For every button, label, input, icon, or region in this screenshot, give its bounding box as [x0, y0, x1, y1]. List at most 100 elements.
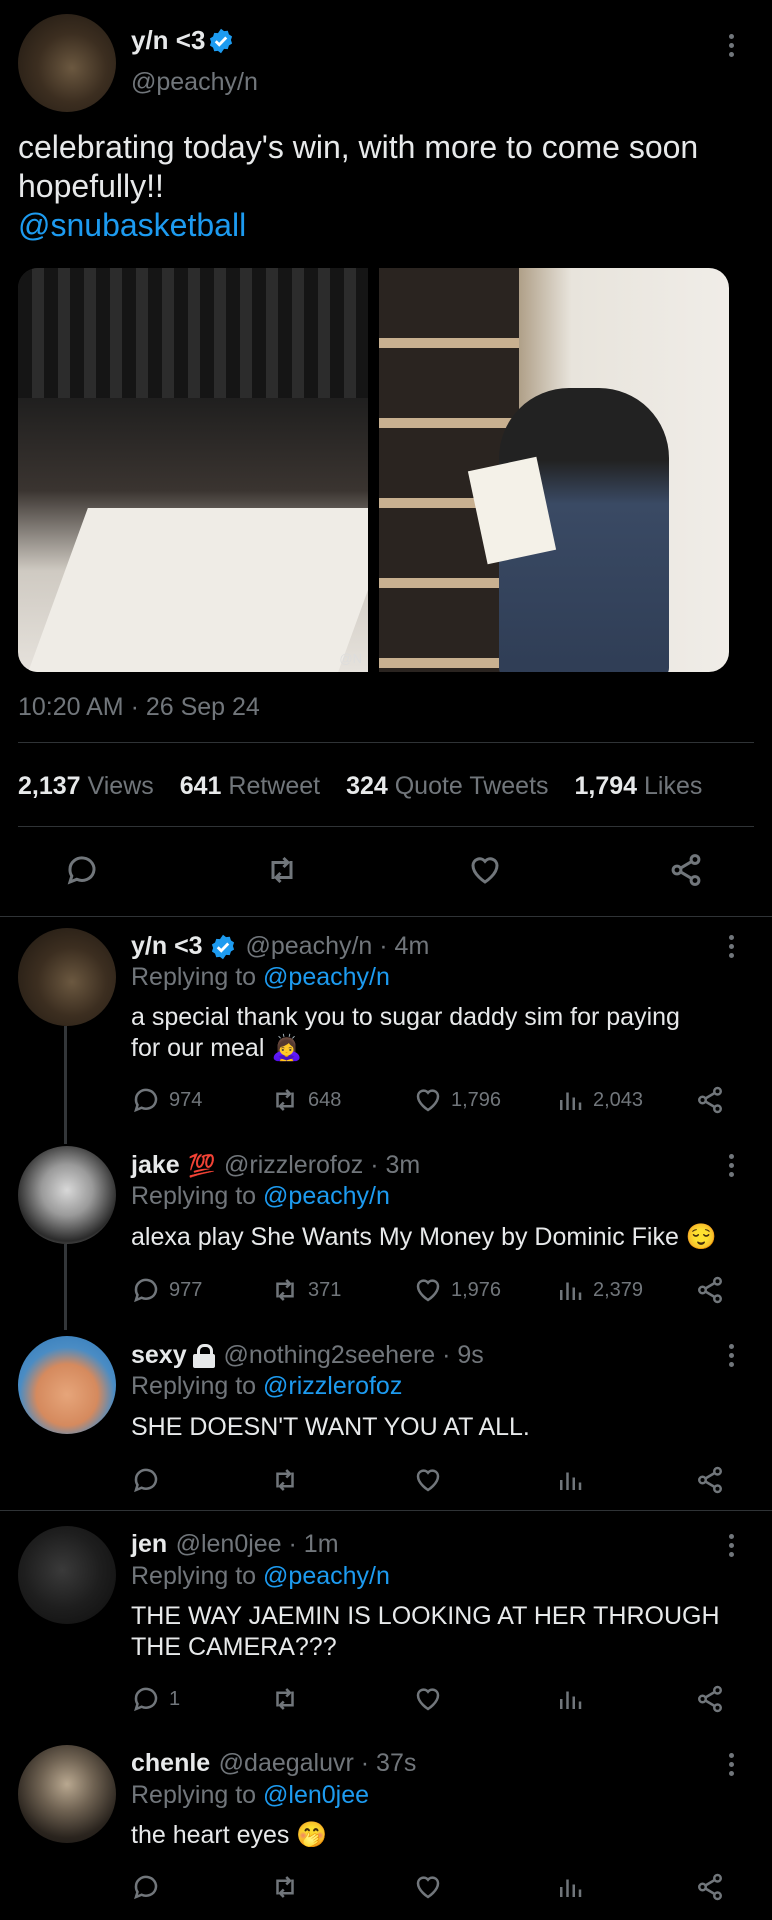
emoji-badge: 💯	[188, 1153, 216, 1178]
thread-line	[64, 1026, 67, 1144]
more-options-icon[interactable]	[729, 1154, 735, 1181]
replying-to-link[interactable]: @rizzlerofoz	[263, 1372, 402, 1400]
reply-text-line: THE CAMERA???	[131, 1633, 337, 1661]
tweet-text-line-2: hopefully!!	[18, 168, 164, 204]
share-icon[interactable]	[695, 1872, 725, 1902]
reply-button[interactable]: 974	[131, 1085, 202, 1115]
more-options-icon[interactable]	[729, 1344, 735, 1371]
more-options-icon[interactable]	[729, 935, 735, 962]
reply-author-name[interactable]: jake	[131, 1151, 180, 1179]
author-handle[interactable]: @peachy/n	[131, 68, 258, 97]
reply-header: chenle @daegaluvr · 37s	[131, 1749, 416, 1778]
reply-handle-time[interactable]: @peachy/n · 4m	[245, 932, 429, 960]
heart-icon	[413, 1275, 443, 1305]
reply-text: THE WAY JAEMIN IS LOOKING AT HER THROUGH…	[131, 1601, 761, 1663]
heart-icon	[413, 1085, 443, 1115]
reply-avatar[interactable]	[18, 1526, 116, 1624]
replying-to-link[interactable]: @peachy/n	[263, 1182, 390, 1210]
share-icon[interactable]	[695, 1684, 725, 1714]
views-icon[interactable]	[555, 1465, 585, 1495]
reply-author-name[interactable]: chenle	[131, 1749, 210, 1777]
replying-to: Replying to @len0jee	[131, 1781, 370, 1809]
retweet-icon	[270, 1275, 300, 1305]
comment-icon	[131, 1275, 161, 1305]
reply-author-name[interactable]: jen	[131, 1530, 167, 1558]
author-name[interactable]: y/n <3	[131, 25, 205, 56]
retweet-icon[interactable]	[270, 1872, 300, 1902]
comment-icon[interactable]	[64, 852, 100, 888]
verified-badge-icon	[207, 27, 235, 55]
reply-header: jake 💯 @rizzlerofoz · 3m	[131, 1151, 420, 1180]
likes-stat[interactable]: 1,794 Likes	[574, 772, 702, 800]
author-avatar[interactable]	[18, 14, 116, 112]
emoji: 🤭	[296, 1821, 328, 1849]
retweet-stat[interactable]: 641 Retweet	[180, 772, 320, 800]
reply-avatar[interactable]	[18, 1146, 116, 1244]
heart-icon[interactable]	[413, 1465, 443, 1495]
views-icon	[555, 1275, 585, 1305]
retweet-button[interactable]: 648	[270, 1085, 341, 1115]
reply-text: SHE DOESN'T WANT YOU AT ALL.	[131, 1413, 530, 1441]
tweet-stats: 2,137 Views 641 Retweet 324 Quote Tweets…	[18, 772, 702, 801]
emoji: 😌	[685, 1223, 717, 1251]
views-icon[interactable]	[555, 1684, 585, 1714]
divider	[0, 1510, 772, 1511]
replying-to-link[interactable]: @peachy/n	[263, 963, 390, 991]
reply-avatar[interactable]	[18, 1336, 116, 1434]
share-icon[interactable]	[695, 1275, 725, 1305]
photo-1[interactable]: @N	[18, 268, 368, 672]
views-icon[interactable]	[555, 1872, 585, 1902]
replying-to-link[interactable]: @len0jee	[263, 1781, 369, 1809]
reply-handle-time[interactable]: @rizzlerofoz · 3m	[224, 1151, 420, 1179]
reply-text-line: for our meal 🙇‍♀️	[131, 1034, 303, 1062]
share-icon[interactable]	[668, 852, 704, 888]
comment-icon[interactable]	[131, 1872, 161, 1902]
photo-1-curtain	[18, 268, 368, 398]
reply-handle-time[interactable]: @len0jee · 1m	[176, 1530, 339, 1558]
photo-2[interactable]	[379, 268, 729, 672]
like-button[interactable]: 1,976	[413, 1275, 501, 1305]
divider	[18, 742, 754, 743]
reply-avatar[interactable]	[18, 1745, 116, 1843]
views-button[interactable]: 2,043	[555, 1085, 643, 1115]
retweet-icon[interactable]	[270, 1684, 300, 1714]
reply-author-name[interactable]: y/n <3	[131, 932, 203, 960]
heart-icon[interactable]	[413, 1872, 443, 1902]
retweet-icon[interactable]	[270, 1465, 300, 1495]
views-button[interactable]: 2,379	[555, 1275, 643, 1305]
divider	[0, 916, 772, 917]
retweet-button[interactable]: 371	[270, 1275, 341, 1305]
mention-link[interactable]: @snubasketball	[18, 206, 763, 245]
replying-to: Replying to @peachy/n	[131, 1182, 390, 1210]
heart-icon[interactable]	[413, 1684, 443, 1714]
reply-button[interactable]: 977	[131, 1275, 202, 1305]
comment-icon	[131, 1085, 161, 1115]
reply-button[interactable]: 1	[131, 1684, 180, 1714]
replying-to-link[interactable]: @peachy/n	[263, 1562, 390, 1590]
heart-icon[interactable]	[467, 852, 503, 888]
divider	[18, 826, 754, 827]
reply-text-line: THE WAY JAEMIN IS LOOKING AT HER THROUGH	[131, 1602, 720, 1630]
more-options-icon[interactable]	[729, 1534, 735, 1561]
reply-text: alexa play She Wants My Money by Dominic…	[131, 1223, 717, 1251]
tweet-text-line-1: celebrating today's win, with more to co…	[18, 129, 699, 165]
like-button[interactable]: 1,796	[413, 1085, 501, 1115]
tweet-text: celebrating today's win, with more to co…	[18, 128, 763, 245]
more-options-icon[interactable]	[729, 1753, 735, 1780]
share-icon[interactable]	[695, 1085, 725, 1115]
emoji: 🙇‍♀️	[271, 1034, 303, 1062]
reply-avatar[interactable]	[18, 928, 116, 1026]
views-stat[interactable]: 2,137 Views	[18, 772, 154, 800]
retweet-icon[interactable]	[264, 852, 300, 888]
replying-to: Replying to @peachy/n	[131, 1562, 390, 1590]
comment-icon[interactable]	[131, 1465, 161, 1495]
reply-handle-time[interactable]: @nothing2seehere · 9s	[224, 1341, 484, 1369]
quote-stat[interactable]: 324 Quote Tweets	[346, 772, 548, 800]
photo-1-watermark: @N	[339, 651, 362, 666]
tweet-timestamp[interactable]: 10:20 AM · 26 Sep 24	[18, 693, 260, 722]
share-icon[interactable]	[695, 1465, 725, 1495]
reply-author-name[interactable]: sexy	[131, 1341, 187, 1369]
more-options-icon[interactable]	[729, 34, 735, 61]
photo-1-table	[28, 508, 368, 672]
reply-handle-time[interactable]: @daegaluvr · 37s	[219, 1749, 417, 1777]
